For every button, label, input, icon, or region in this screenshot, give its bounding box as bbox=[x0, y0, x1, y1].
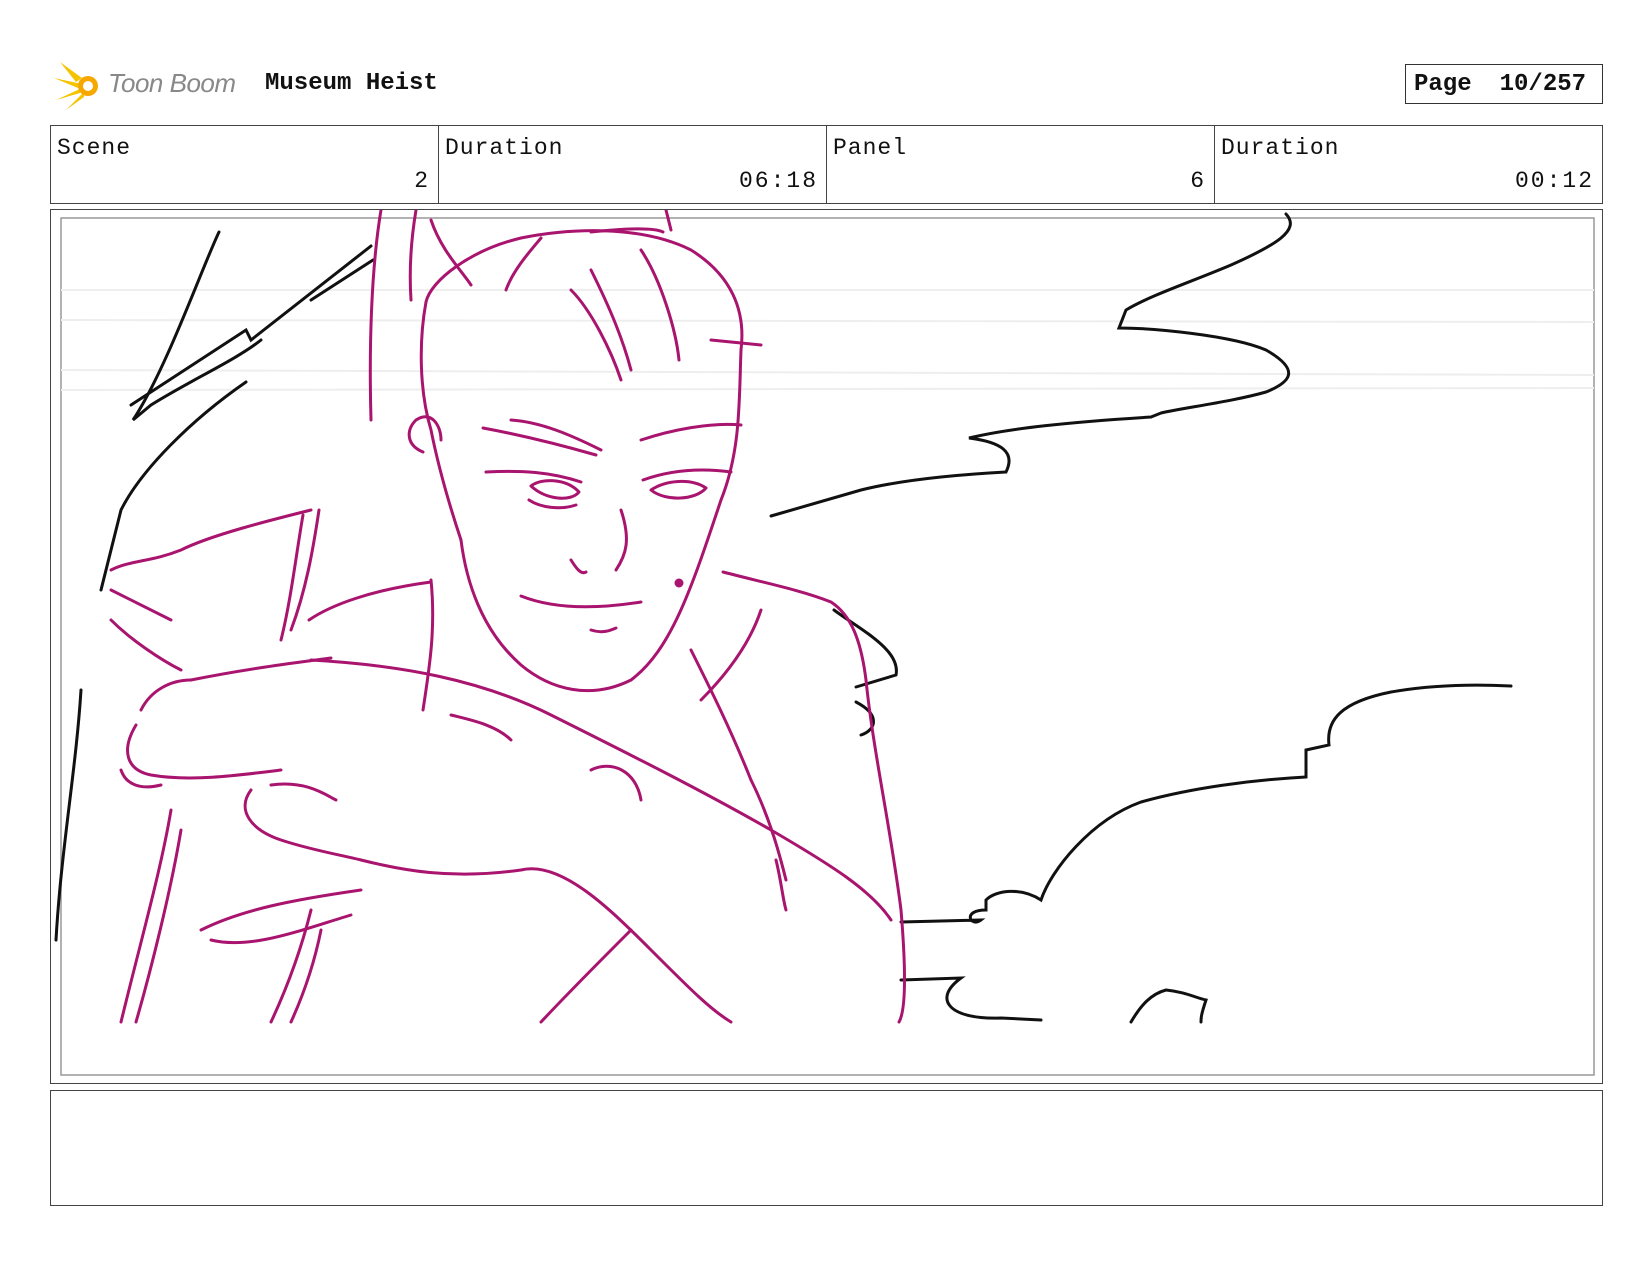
panel-duration-cell: Duration 00:12 bbox=[1215, 126, 1602, 203]
panel-value: 6 bbox=[1190, 168, 1206, 194]
scene-label: Scene bbox=[57, 135, 132, 161]
logo-burst-icon bbox=[54, 62, 98, 110]
logo-text: Toon Boom bbox=[108, 68, 236, 98]
panel-info-bar: Scene 2 Duration 06:18 Panel 6 Duration … bbox=[50, 125, 1603, 204]
safe-area-frame bbox=[60, 217, 1595, 1076]
toon-boom-logo: Toon Boom bbox=[52, 56, 252, 112]
scene-duration-cell: Duration 06:18 bbox=[439, 126, 827, 203]
project-title: Museum Heist bbox=[265, 70, 438, 97]
panel-sketch bbox=[54, 210, 1595, 1076]
scene-duration-value: 06:18 bbox=[738, 168, 818, 194]
panel-cell: Panel 6 bbox=[827, 126, 1215, 203]
page-value: 10/257 bbox=[1499, 70, 1587, 98]
panel-label: Panel bbox=[833, 135, 908, 161]
character-sketch bbox=[109, 210, 907, 1024]
page-indicator: Page 10/257 bbox=[1405, 64, 1603, 104]
scene-value: 2 bbox=[414, 168, 430, 194]
scene-duration-label: Duration bbox=[445, 135, 564, 161]
scene-cell: Scene 2 bbox=[51, 126, 439, 203]
panel-notes-box[interactable] bbox=[50, 1090, 1603, 1206]
background-speed-lines bbox=[60, 289, 1595, 391]
storyboard-panel bbox=[50, 209, 1603, 1084]
panel-duration-value: 00:12 bbox=[1514, 168, 1594, 194]
page-label: Page bbox=[1414, 70, 1472, 98]
panel-duration-label: Duration bbox=[1221, 135, 1340, 161]
